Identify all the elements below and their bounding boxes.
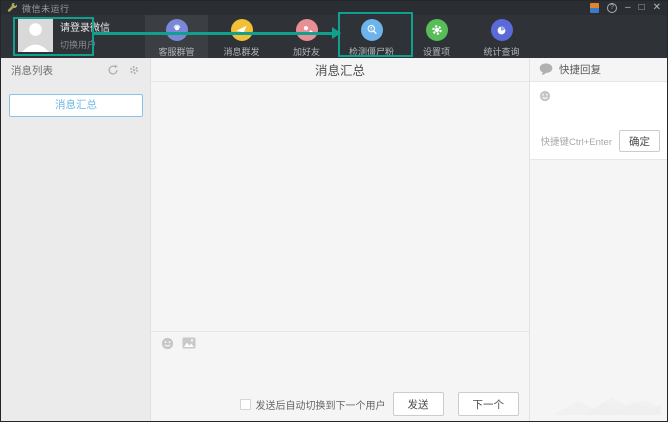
nav-item-mass-message[interactable]: 消息群发 [210, 15, 273, 58]
send-toolbar: 发送后自动切换到下一个用户 发送 下一个 [151, 387, 529, 421]
nav-label: 客服群管 [158, 45, 194, 58]
login-account-area[interactable]: 请登录微信 切换用户 [18, 17, 110, 52]
next-button[interactable]: 下一个 [458, 392, 520, 416]
nav-label: 加好友 [293, 45, 320, 58]
nav-label: 消息群发 [223, 45, 259, 58]
message-summary-panel: 消息汇总 [151, 58, 529, 421]
quick-reply-editor[interactable]: 快捷键Ctrl+Enter 确定 [530, 82, 667, 160]
quick-reply-title: 快捷回复 [559, 62, 601, 77]
message-list-sidebar: 消息列表 消息汇总 [1, 58, 151, 421]
titlebar: 微信未运行 ? – □ ✕ [1, 1, 667, 15]
refresh-icon[interactable] [107, 64, 119, 76]
window-title: 微信未运行 [22, 2, 70, 15]
login-prompt: 请登录微信 [60, 19, 110, 34]
support-agent-icon [170, 23, 184, 37]
gear-icon [430, 23, 444, 37]
message-list-title: 消息列表 [11, 63, 53, 78]
chat-bubble-icon [539, 63, 553, 76]
message-summary-button[interactable]: 消息汇总 [9, 94, 143, 117]
nav-item-settings[interactable]: 设置项 [405, 15, 468, 58]
add-friend-icon [300, 23, 314, 37]
confirm-button[interactable]: 确定 [619, 130, 660, 152]
minimize-button[interactable]: – [625, 1, 631, 15]
theme-skin-icon[interactable] [590, 3, 599, 13]
auto-switch-label: 发送后自动切换到下一个用户 [256, 397, 386, 412]
main-nav: 客服群管 消息群发 加 [145, 15, 535, 58]
zombie-detect-icon [365, 23, 379, 37]
auto-switch-checkbox[interactable] [240, 399, 251, 410]
paper-plane-icon [235, 24, 248, 37]
nav-label: 设置项 [423, 45, 450, 58]
avatar[interactable] [18, 17, 53, 52]
emoji-icon[interactable] [539, 90, 551, 102]
send-button[interactable]: 发送 [393, 392, 444, 416]
app-window: 微信未运行 ? – □ ✕ 请登录微信 切换用户 [0, 0, 668, 422]
person-placeholder-icon [18, 17, 53, 52]
nav-item-zombie-detect[interactable]: 检测僵尸粉 [340, 15, 403, 58]
image-icon[interactable] [182, 337, 196, 349]
help-icon[interactable]: ? [607, 3, 617, 13]
nav-label: 检测僵尸粉 [349, 45, 394, 58]
message-area [151, 82, 529, 331]
close-button[interactable]: ✕ [653, 1, 661, 15]
nav-item-add-friend[interactable]: 加好友 [275, 15, 338, 58]
pie-chart-icon [495, 24, 508, 37]
quick-reply-sidebar: 快捷回复 快捷键Ctrl+Enter 确定 [529, 58, 667, 421]
emoji-icon[interactable] [161, 337, 174, 350]
gear-icon[interactable] [128, 64, 140, 76]
maximize-button[interactable]: □ [639, 1, 645, 15]
nav-label: 统计查询 [483, 45, 519, 58]
panel-title: 消息汇总 [315, 60, 365, 79]
topbar: 请登录微信 切换用户 客服群管 [1, 15, 667, 58]
switch-user-link[interactable]: 切换用户 [60, 38, 110, 51]
compose-input[interactable] [151, 354, 529, 387]
nav-item-customer-group[interactable]: 客服群管 [145, 15, 208, 58]
nav-item-statistics[interactable]: 统计查询 [470, 15, 533, 58]
watermark [556, 393, 661, 415]
shortcut-hint: 快捷键Ctrl+Enter [540, 134, 612, 148]
wrench-icon [7, 3, 18, 14]
compose-area[interactable] [151, 331, 529, 387]
